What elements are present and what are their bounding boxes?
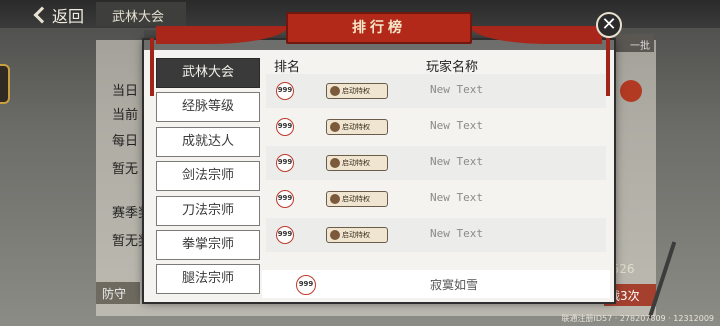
close-icon[interactable]: ✕ bbox=[596, 12, 622, 38]
tassel-right bbox=[606, 38, 610, 96]
player-name: New Text bbox=[430, 155, 483, 168]
bg-label: 当日 bbox=[112, 84, 139, 99]
self-player-name: 寂寞如雪 bbox=[430, 278, 479, 292]
back-label: 返回 bbox=[52, 7, 85, 26]
privilege-badge[interactable]: 启动特权 bbox=[326, 119, 388, 135]
modal-title: 排行榜 bbox=[286, 12, 472, 44]
seal-icon bbox=[620, 80, 642, 102]
rank-badge: 999 bbox=[276, 154, 294, 172]
player-name: New Text bbox=[430, 227, 483, 240]
rank-badge: 999 bbox=[276, 226, 294, 244]
privilege-label: 启动特权 bbox=[342, 195, 370, 203]
privilege-label: 启动特权 bbox=[342, 231, 370, 239]
bg-label: 每日 bbox=[112, 134, 139, 149]
defense-button[interactable]: 防守 bbox=[96, 282, 140, 304]
tab-wulin[interactable]: 武林大会 bbox=[156, 58, 260, 88]
rank-badge: 999 bbox=[276, 82, 294, 100]
tab-leg[interactable]: 腿法宗师 bbox=[156, 264, 260, 295]
privilege-badge[interactable]: 启动特权 bbox=[326, 227, 388, 243]
leaderboard-tabs: 武林大会 经脉等级 成就达人 剑法宗师 刀法宗师 拳掌宗师 腿法宗师 bbox=[156, 58, 260, 299]
privilege-icon bbox=[330, 158, 340, 168]
privilege-badge[interactable]: 启动特权 bbox=[326, 191, 388, 207]
player-name: New Text bbox=[430, 191, 483, 204]
privilege-label: 启动特权 bbox=[342, 159, 370, 167]
tassel-left bbox=[150, 38, 154, 96]
side-ornament-icon bbox=[0, 64, 10, 104]
table-row[interactable]: 999 启动特权 New Text bbox=[266, 74, 606, 108]
player-name: New Text bbox=[430, 83, 483, 96]
player-name: New Text bbox=[430, 119, 483, 132]
privilege-icon bbox=[330, 122, 340, 132]
table-row[interactable]: 999 启动特权 New Text bbox=[266, 218, 606, 252]
table-row[interactable]: 999 启动特权 New Text bbox=[266, 182, 606, 216]
version-text: 联通注册ID57 · 278207809 · 12312009 bbox=[561, 314, 714, 323]
rank-badge: 999 bbox=[276, 118, 294, 136]
privilege-icon bbox=[330, 194, 340, 204]
chevron-left-icon bbox=[33, 6, 51, 24]
privilege-badge[interactable]: 启动特权 bbox=[326, 83, 388, 99]
privilege-badge[interactable]: 启动特权 bbox=[326, 155, 388, 171]
column-player-header: 玩家名称 bbox=[426, 60, 479, 75]
bg-label: 暂无 bbox=[112, 162, 139, 177]
tab-meridian[interactable]: 经脉等级 bbox=[156, 92, 260, 123]
tab-fist[interactable]: 拳掌宗师 bbox=[156, 229, 260, 260]
tab-achievement[interactable]: 成就达人 bbox=[156, 126, 260, 157]
privilege-icon bbox=[330, 86, 340, 96]
table-row[interactable]: 999 启动特权 New Text bbox=[266, 146, 606, 180]
column-rank-header: 排名 bbox=[274, 60, 301, 75]
rank-badge: 999 bbox=[276, 190, 294, 208]
back-button[interactable]: 返回 bbox=[30, 3, 86, 27]
rank-badge: 999 bbox=[296, 275, 316, 295]
bg-label: 当前 bbox=[112, 108, 139, 123]
privilege-label: 启动特权 bbox=[342, 87, 370, 95]
tab-sword[interactable]: 剑法宗师 bbox=[156, 161, 260, 192]
self-rank-row: 999 寂寞如雪 bbox=[262, 270, 610, 298]
table-row[interactable]: 999 启动特权 New Text bbox=[266, 110, 606, 144]
screen-title: 武林大会 bbox=[96, 2, 186, 26]
privilege-label: 启动特权 bbox=[342, 123, 370, 131]
tab-blade[interactable]: 刀法宗师 bbox=[156, 195, 260, 226]
privilege-icon bbox=[330, 230, 340, 240]
